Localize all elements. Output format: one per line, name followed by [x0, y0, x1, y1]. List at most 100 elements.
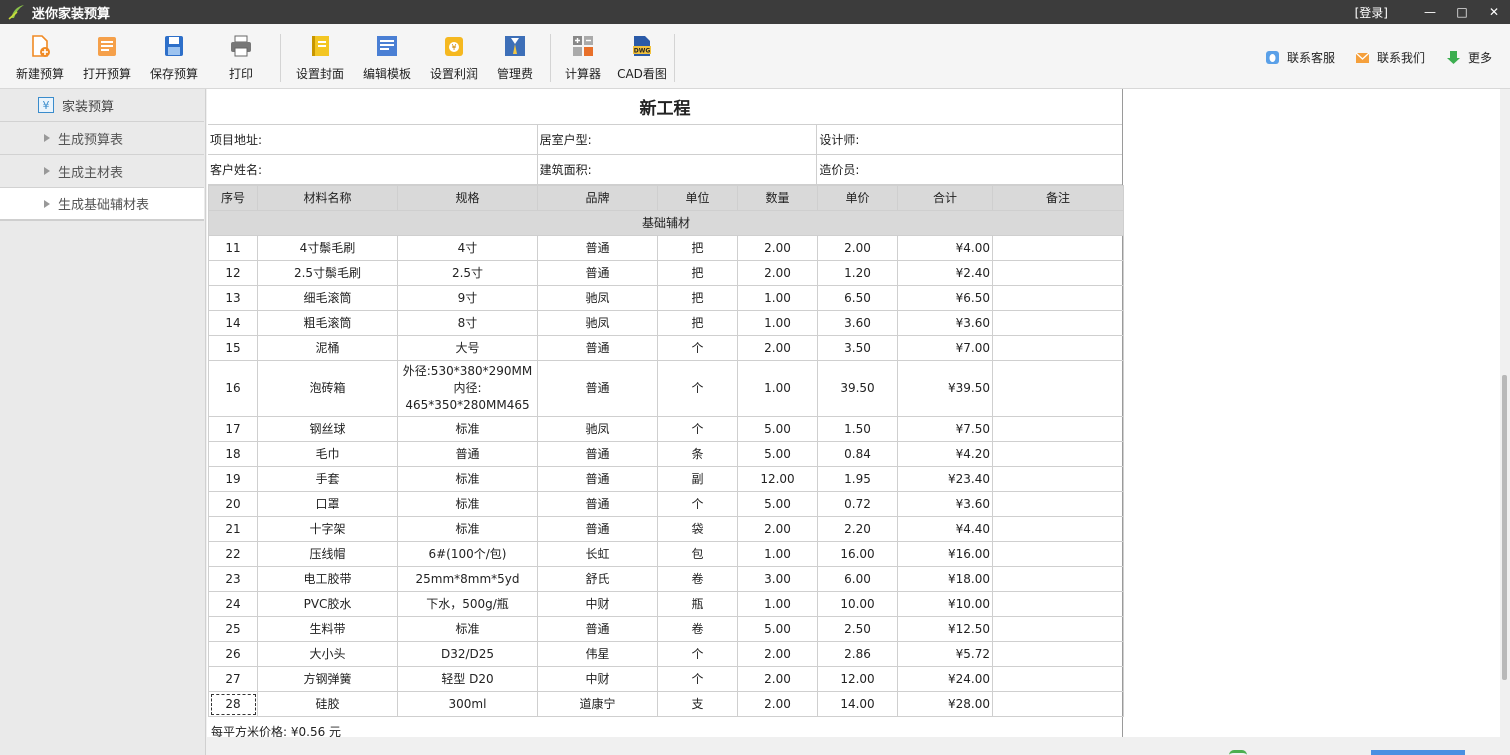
spec-cell[interactable]: 2.5寸 — [397, 260, 538, 286]
brand-cell[interactable]: 驰凤 — [537, 416, 658, 442]
more-link[interactable]: 更多 — [1446, 49, 1492, 66]
maximize-button[interactable]: □ — [1446, 0, 1478, 24]
unit-cell[interactable]: 把 — [657, 260, 738, 286]
spec-cell[interactable]: 300ml — [397, 691, 538, 717]
index-cell[interactable]: 17 — [208, 416, 258, 442]
unit-price-cell[interactable]: 10.00 — [817, 591, 898, 617]
total-cell[interactable]: ¥7.50 — [897, 416, 993, 442]
brand-cell[interactable]: 长虹 — [537, 541, 658, 567]
new-budget-button[interactable]: 新建预算 — [5, 34, 75, 84]
minimize-button[interactable]: — — [1414, 0, 1446, 24]
total-cell[interactable]: ¥28.00 — [897, 691, 993, 717]
customer-name-field[interactable]: 客户姓名: — [208, 155, 538, 184]
quantity-cell[interactable]: 2.00 — [737, 691, 818, 717]
total-cell[interactable]: ¥3.60 — [897, 491, 993, 517]
unit-price-cell[interactable]: 12.00 — [817, 666, 898, 692]
index-cell[interactable]: 13 — [208, 285, 258, 311]
unit-price-cell[interactable]: 2.20 — [817, 516, 898, 542]
quantity-cell[interactable]: 1.00 — [737, 591, 818, 617]
quantity-cell[interactable]: 1.00 — [737, 285, 818, 311]
remark-cell[interactable] — [992, 335, 1124, 361]
index-cell[interactable]: 22 — [208, 541, 258, 567]
quantity-cell[interactable]: 2.00 — [737, 260, 818, 286]
brand-cell[interactable]: 驰凤 — [537, 310, 658, 336]
spec-cell[interactable]: 下水，500g/瓶 — [397, 591, 538, 617]
material-name-cell[interactable]: 4寸鬃毛刷 — [257, 235, 398, 261]
set-cover-button[interactable]: 设置封面 — [285, 34, 355, 84]
remark-cell[interactable] — [992, 516, 1124, 542]
remark-cell[interactable] — [992, 566, 1124, 592]
spec-cell[interactable]: 外径:530*380*290MM 内径: 465*350*280MM465 — [397, 360, 538, 417]
save-budget-button[interactable]: 保存预算 — [139, 34, 209, 84]
remark-cell[interactable] — [992, 441, 1124, 467]
remark-cell[interactable] — [992, 260, 1124, 286]
close-button[interactable]: ✕ — [1478, 0, 1510, 24]
remark-cell[interactable] — [992, 235, 1124, 261]
material-name-cell[interactable]: 口罩 — [257, 491, 398, 517]
quantity-cell[interactable]: 3.00 — [737, 566, 818, 592]
spec-cell[interactable]: 大号 — [397, 335, 538, 361]
spec-cell[interactable]: 标准 — [397, 491, 538, 517]
open-budget-button[interactable]: 打开预算 — [72, 34, 142, 84]
unit-price-cell[interactable]: 6.00 — [817, 566, 898, 592]
quantity-cell[interactable]: 2.00 — [737, 235, 818, 261]
print-button[interactable]: 打印 — [206, 34, 276, 84]
spec-cell[interactable]: 标准 — [397, 416, 538, 442]
unit-price-cell[interactable]: 2.50 — [817, 616, 898, 642]
remark-cell[interactable] — [992, 616, 1124, 642]
brand-cell[interactable]: 普通 — [537, 260, 658, 286]
total-cell[interactable]: ¥7.00 — [897, 335, 993, 361]
unit-cell[interactable]: 个 — [657, 666, 738, 692]
remark-cell[interactable] — [992, 691, 1124, 717]
total-cell[interactable]: ¥10.00 — [897, 591, 993, 617]
remark-cell[interactable] — [992, 666, 1124, 692]
brand-cell[interactable]: 普通 — [537, 491, 658, 517]
unit-price-cell[interactable]: 2.00 — [817, 235, 898, 261]
scrollbar-thumb[interactable] — [1502, 375, 1507, 680]
unit-cell[interactable]: 个 — [657, 491, 738, 517]
quantity-cell[interactable]: 5.00 — [737, 491, 818, 517]
unit-price-cell[interactable]: 2.86 — [817, 641, 898, 667]
unit-price-cell[interactable]: 14.00 — [817, 691, 898, 717]
unit-cell[interactable]: 瓶 — [657, 591, 738, 617]
remark-cell[interactable] — [992, 310, 1124, 336]
building-area-field[interactable]: 建筑面积: — [538, 155, 818, 184]
total-cell[interactable]: ¥4.40 — [897, 516, 993, 542]
total-cell[interactable]: ¥6.50 — [897, 285, 993, 311]
material-name-cell[interactable]: 细毛滚筒 — [257, 285, 398, 311]
brand-cell[interactable]: 普通 — [537, 235, 658, 261]
material-name-cell[interactable]: 电工胶带 — [257, 566, 398, 592]
brand-cell[interactable]: 中财 — [537, 591, 658, 617]
cad-view-button[interactable]: DWG CAD看图 — [607, 34, 677, 84]
material-name-cell[interactable]: 毛巾 — [257, 441, 398, 467]
sidebar-item-basic-materials[interactable]: 生成基础辅材表 — [0, 188, 204, 221]
unit-price-cell[interactable]: 3.50 — [817, 335, 898, 361]
unit-price-cell[interactable]: 1.20 — [817, 260, 898, 286]
unit-price-cell[interactable]: 1.50 — [817, 416, 898, 442]
login-button[interactable]: [登录] — [1355, 4, 1388, 21]
unit-cell[interactable]: 把 — [657, 235, 738, 261]
material-name-cell[interactable]: 钢丝球 — [257, 416, 398, 442]
remark-cell[interactable] — [992, 641, 1124, 667]
material-name-cell[interactable]: 十字架 — [257, 516, 398, 542]
unit-price-cell[interactable]: 39.50 — [817, 360, 898, 417]
designer-field[interactable]: 设计师: — [817, 125, 1122, 154]
material-name-cell[interactable]: PVC胶水 — [257, 591, 398, 617]
unit-cell[interactable]: 卷 — [657, 566, 738, 592]
unit-cell[interactable]: 支 — [657, 691, 738, 717]
unit-cell[interactable]: 包 — [657, 541, 738, 567]
quantity-cell[interactable]: 5.00 — [737, 441, 818, 467]
unit-price-cell[interactable]: 0.72 — [817, 491, 898, 517]
unit-cell[interactable]: 把 — [657, 285, 738, 311]
total-cell[interactable]: ¥24.00 — [897, 666, 993, 692]
material-name-cell[interactable]: 泡砖箱 — [257, 360, 398, 417]
unit-cell[interactable]: 把 — [657, 310, 738, 336]
index-cell[interactable]: 27 — [208, 666, 258, 692]
unit-cell[interactable]: 个 — [657, 360, 738, 417]
quantity-cell[interactable]: 5.00 — [737, 416, 818, 442]
brand-cell[interactable]: 伟星 — [537, 641, 658, 667]
remark-cell[interactable] — [992, 360, 1124, 417]
total-cell[interactable]: ¥4.20 — [897, 441, 993, 467]
sidebar-item-budget-table[interactable]: 生成预算表 — [0, 122, 204, 155]
total-cell[interactable]: ¥2.40 — [897, 260, 993, 286]
